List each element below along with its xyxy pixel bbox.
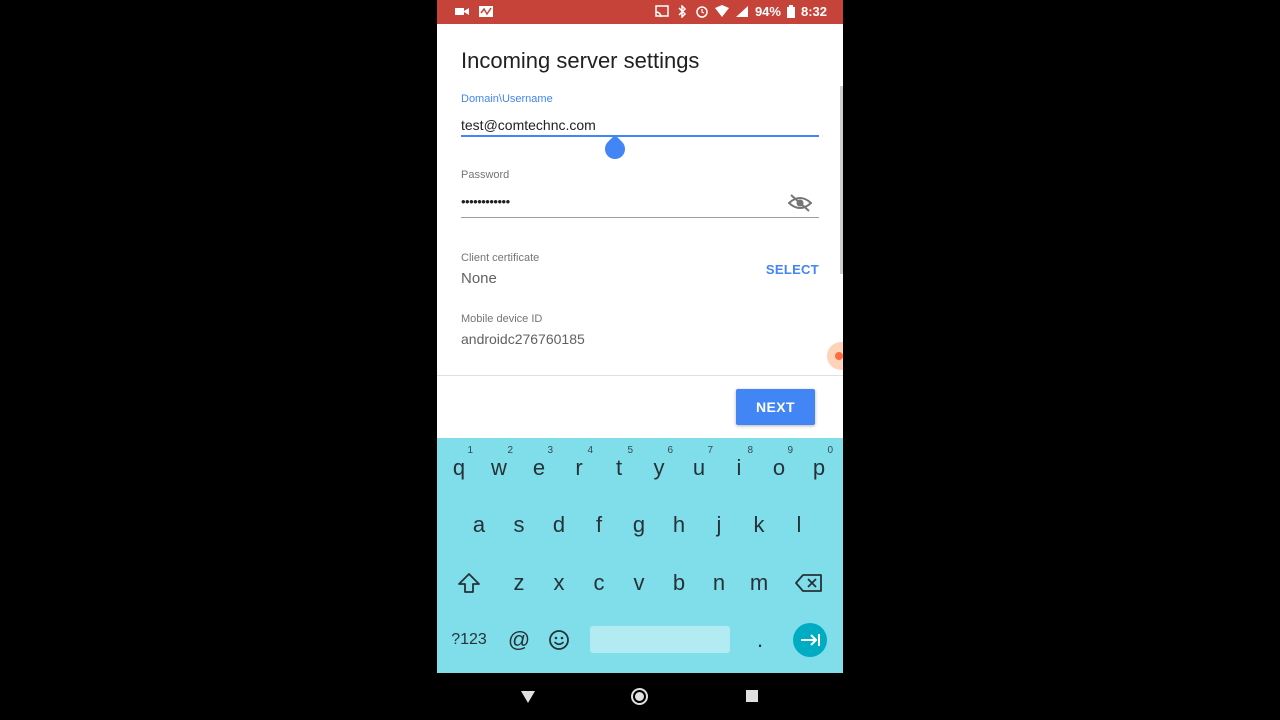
recent-apps-icon[interactable]: [746, 690, 758, 702]
symbols-key[interactable]: ?123: [445, 615, 493, 665]
period-key[interactable]: .: [740, 615, 780, 665]
status-bar: 94% 8:32: [437, 0, 843, 24]
space-bar[interactable]: [590, 626, 730, 653]
client-certificate-label: Client certificate: [461, 252, 540, 264]
key-h[interactable]: h: [659, 500, 699, 550]
key-v[interactable]: v: [619, 558, 659, 608]
emoji-icon: [549, 630, 569, 650]
mobile-device-id-value: androidc276760185: [461, 331, 585, 347]
key-p[interactable]: p0: [799, 443, 839, 493]
at-key[interactable]: @: [499, 615, 539, 665]
text-cursor-handle[interactable]: [600, 134, 630, 164]
key-y[interactable]: y6: [639, 443, 679, 493]
key-c[interactable]: c: [579, 558, 619, 608]
cast-icon: [655, 5, 669, 18]
button-bar: NEXT: [437, 376, 843, 438]
shift-icon: [458, 573, 480, 593]
key-e[interactable]: e3: [519, 443, 559, 493]
activity-icon: [479, 6, 493, 17]
emoji-key[interactable]: [539, 615, 579, 665]
battery-percent: 94%: [754, 4, 781, 19]
wifi-icon: [714, 5, 729, 17]
touch-indicator: [827, 342, 843, 370]
visibility-off-icon[interactable]: [788, 194, 812, 212]
alarm-icon: [696, 6, 708, 18]
page-title: Incoming server settings: [461, 48, 700, 73]
key-m[interactable]: m: [739, 558, 779, 608]
battery-icon: [786, 5, 795, 18]
server-settings-form: Incoming server settings Domain\Username…: [437, 24, 843, 375]
navigation-bar: [437, 673, 843, 720]
key-q[interactable]: q1: [439, 443, 479, 493]
video-camera-icon: [455, 8, 469, 15]
key-x[interactable]: x: [539, 558, 579, 608]
key-i[interactable]: i8: [719, 443, 759, 493]
backspace-icon: [795, 574, 822, 592]
clock: 8:32: [800, 4, 827, 19]
keyboard-row-3: z x c v b n m: [437, 558, 843, 608]
home-icon[interactable]: [631, 688, 648, 705]
domain-username-label: Domain\Username: [461, 93, 553, 105]
keyboard-row-1: q1 w2 e3 r4 t5 y6 u7 i8 o9 p0: [437, 443, 843, 493]
signal-icon: [735, 6, 748, 17]
key-g[interactable]: g: [619, 500, 659, 550]
select-certificate-button[interactable]: SELECT: [766, 262, 819, 277]
soft-keyboard: q1 w2 e3 r4 t5 y6 u7 i8 o9 p0 a s d f g …: [437, 438, 843, 673]
backspace-key[interactable]: [789, 558, 829, 608]
key-d[interactable]: d: [539, 500, 579, 550]
domain-username-input[interactable]: test@comtechnc.com: [461, 117, 596, 133]
mobile-device-id-label: Mobile device ID: [461, 313, 543, 325]
key-r[interactable]: r4: [559, 443, 599, 493]
key-k[interactable]: k: [739, 500, 779, 550]
key-f[interactable]: f: [579, 500, 619, 550]
key-n[interactable]: n: [699, 558, 739, 608]
key-t[interactable]: t5: [599, 443, 639, 493]
bluetooth-icon: [678, 5, 686, 18]
next-button[interactable]: NEXT: [736, 389, 815, 425]
key-s[interactable]: s: [499, 500, 539, 550]
keyboard-row-2: a s d f g h j k l: [437, 500, 843, 550]
scrollbar[interactable]: [840, 86, 843, 274]
tab-arrow-icon: [801, 634, 820, 646]
key-w[interactable]: w2: [479, 443, 519, 493]
key-l[interactable]: l: [779, 500, 819, 550]
domain-username-underline: [461, 135, 819, 137]
key-z[interactable]: z: [499, 558, 539, 608]
client-certificate-value: None: [461, 270, 497, 287]
key-u[interactable]: u7: [679, 443, 719, 493]
key-b[interactable]: b: [659, 558, 699, 608]
phone-screen: 94% 8:32 Incoming server settings Domain…: [437, 0, 843, 720]
key-a[interactable]: a: [459, 500, 499, 550]
back-icon[interactable]: [521, 691, 535, 703]
key-o[interactable]: o9: [759, 443, 799, 493]
key-j[interactable]: j: [699, 500, 739, 550]
password-input[interactable]: ••••••••••••: [461, 194, 510, 209]
password-underline: [461, 217, 819, 218]
next-field-key[interactable]: [793, 623, 827, 657]
password-label: Password: [461, 169, 510, 181]
shift-key[interactable]: [449, 558, 489, 608]
